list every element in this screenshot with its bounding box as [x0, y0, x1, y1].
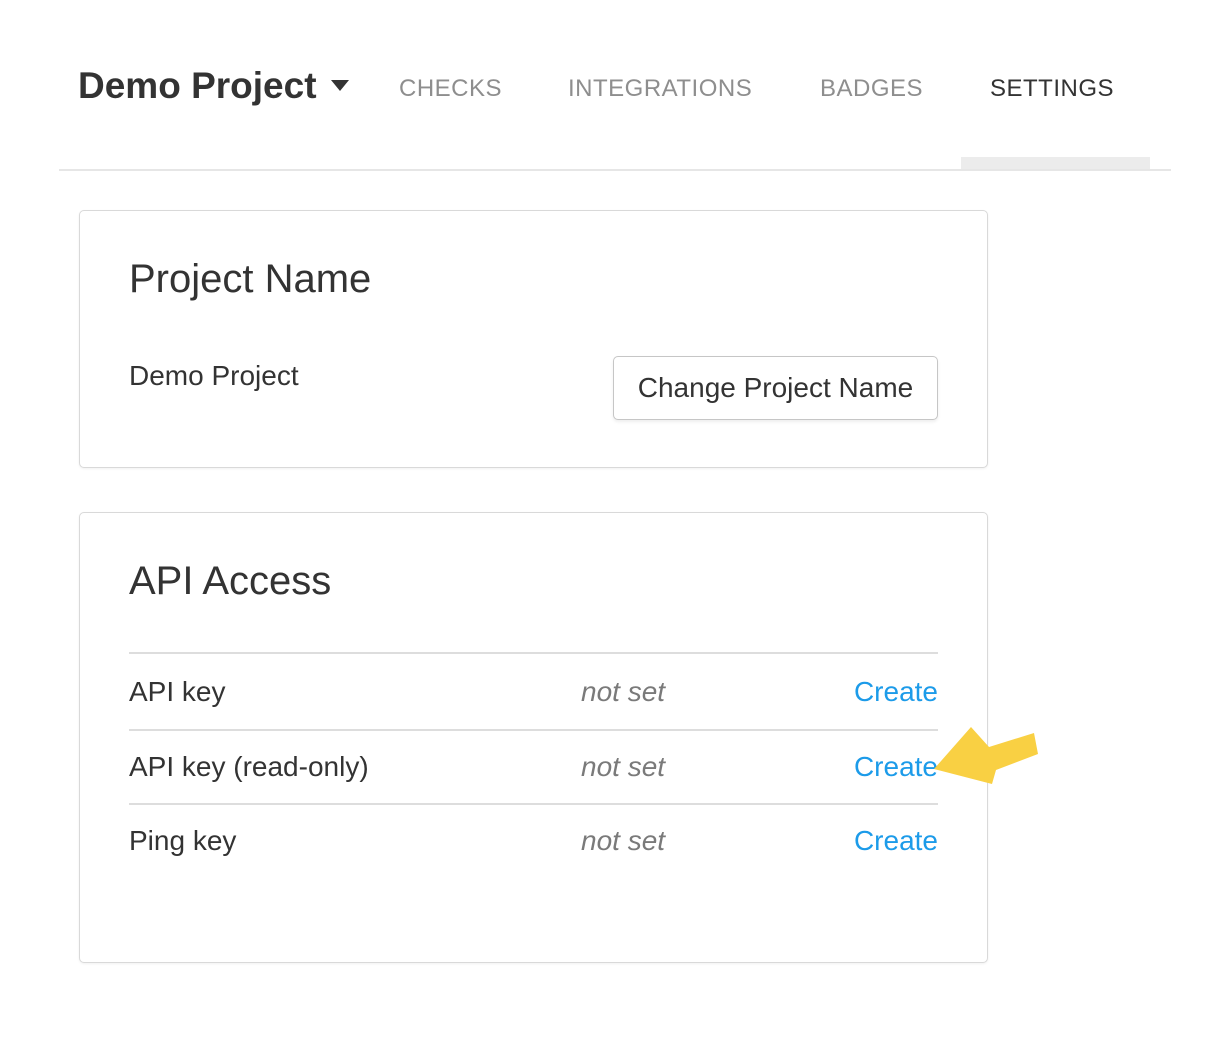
annotation-arrow-icon: [926, 720, 1042, 790]
api-key-label: API key: [129, 676, 581, 708]
nav-divider: [59, 169, 1171, 171]
project-title: Demo Project: [78, 65, 317, 106]
api-key-value: not set: [581, 676, 665, 708]
project-switcher-dropdown[interactable]: Demo Project: [78, 66, 349, 107]
create-api-key-link[interactable]: Create: [854, 676, 938, 707]
ping-key-label: Ping key: [129, 825, 581, 857]
create-ping-key-link[interactable]: Create: [854, 825, 938, 856]
api-access-card-title: API Access: [129, 559, 331, 603]
ping-key-action-cell: Create: [854, 825, 938, 857]
chevron-down-icon: [331, 80, 349, 91]
api-keys-table: API key not set Create API key (read-onl…: [129, 652, 938, 877]
active-tab-indicator: [961, 157, 1150, 169]
change-project-name-button[interactable]: Change Project Name: [613, 356, 938, 420]
tab-badges[interactable]: BADGES: [820, 77, 923, 101]
tab-integrations[interactable]: INTEGRATIONS: [568, 77, 752, 101]
settings-page: Demo Project CHECKS INTEGRATIONS BADGES …: [0, 0, 1220, 1059]
api-key-read-only-label: API key (read-only): [129, 751, 581, 783]
table-row-api-key: API key not set Create: [129, 652, 938, 729]
table-row-api-key-read-only: API key (read-only) not set Create: [129, 729, 938, 803]
api-access-card: API Access API key not set Create API ke…: [79, 512, 988, 963]
api-key-action-cell: Create: [854, 676, 938, 708]
tab-settings[interactable]: SETTINGS: [990, 77, 1114, 101]
project-name-card-title: Project Name: [129, 257, 371, 301]
project-name-card: Project Name Demo Project Change Project…: [79, 210, 988, 468]
table-row-ping-key: Ping key not set Create: [129, 803, 938, 877]
api-key-read-only-value: not set: [581, 751, 665, 783]
ping-key-value: not set: [581, 825, 665, 857]
tab-checks[interactable]: CHECKS: [399, 77, 502, 101]
current-project-name: Demo Project: [129, 359, 299, 393]
